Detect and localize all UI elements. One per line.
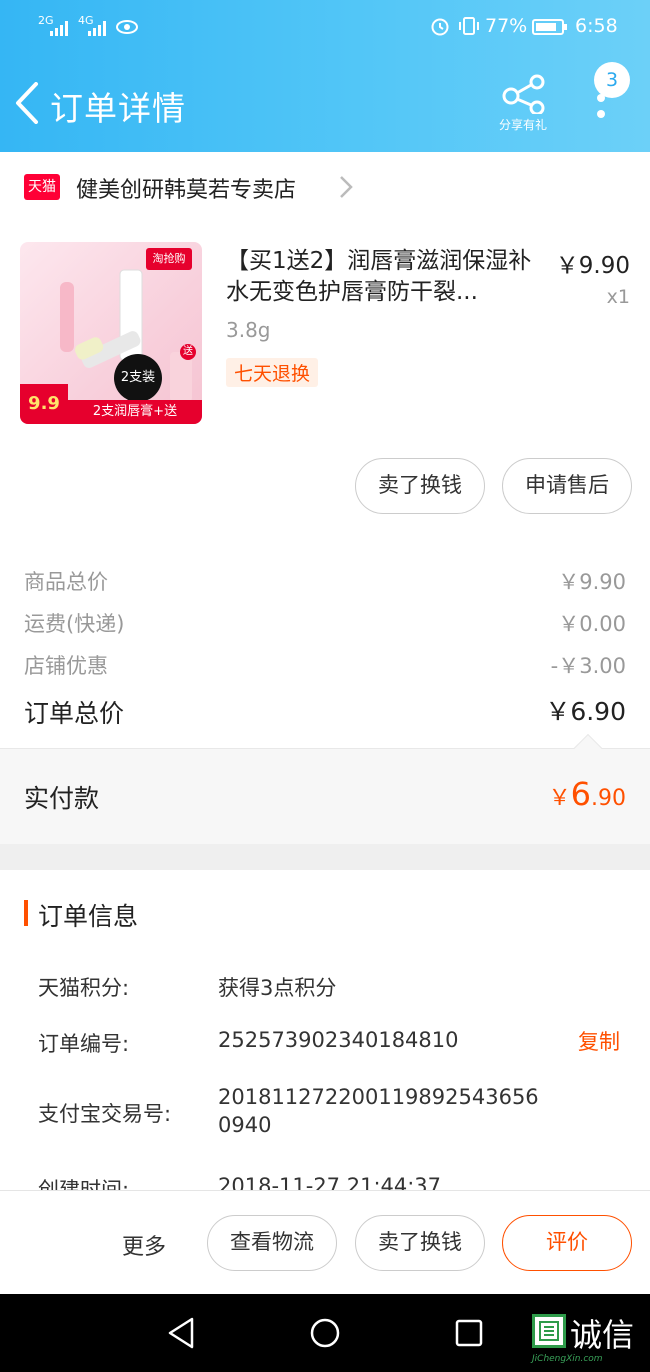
watermark-url: JiChengXin.com (532, 1354, 603, 1364)
more-button[interactable]: 更多 (122, 1229, 166, 1261)
product-price: ￥9.90 (555, 253, 630, 279)
clock: 6:58 (575, 15, 618, 37)
summary-label-discount: 店铺优惠 (24, 654, 108, 678)
product-title[interactable]: 【买1送2】润唇膏滋润保湿补水无变色护唇膏防干裂... (226, 246, 546, 308)
created-value: 2018-11-27 21:44:37 (218, 1174, 442, 1190)
system-nav-bar: 诚信 JiChengXin.com (0, 1294, 650, 1372)
watermark-logo-icon (532, 1314, 566, 1348)
alipay-value-line-2: 0940 (218, 1113, 272, 1137)
bottom-action-bar: 更多 查看物流 卖了换钱 评价 (0, 1190, 650, 1294)
order-number-value: 252573902340184810 (218, 1028, 459, 1052)
summary-value-discount: -￥3.00 (550, 654, 626, 678)
chevron-right-icon (338, 174, 354, 204)
product-spec: 3.8g (226, 318, 271, 342)
share-label: 分享有礼 (498, 118, 547, 132)
shop-name: 健美创研韩莫若专卖店 (76, 178, 297, 203)
alarm-icon (430, 16, 450, 40)
back-arrow-icon[interactable] (12, 82, 40, 128)
summary-value-goods: ￥9.90 (558, 570, 626, 594)
points-label: 天猫积分: (38, 976, 130, 1000)
section-accent-bar (24, 900, 28, 926)
signal-bars-icon-2 (88, 20, 110, 40)
sell-button[interactable]: 卖了换钱 (355, 458, 485, 514)
shop-row[interactable]: 天猫 健美创研韩莫若专卖店 (0, 152, 650, 222)
gift-badge: 送 (180, 344, 196, 360)
copy-button[interactable]: 复制 (578, 1026, 620, 1056)
nav-recents-icon[interactable] (454, 1318, 484, 1352)
paid-amount: ￥6.90 (420, 775, 626, 813)
after-sale-button[interactable]: 申请售后 (502, 458, 632, 514)
section-divider (0, 844, 650, 870)
share-icon (502, 74, 545, 114)
nav-home-icon[interactable] (309, 1317, 341, 1353)
created-label: 创建时间: (38, 1178, 130, 1190)
sell-button-bottom[interactable]: 卖了换钱 (355, 1215, 485, 1271)
share-button[interactable]: 分享有礼 (495, 72, 551, 136)
signal-bars-icon (50, 20, 72, 40)
message-count-badge[interactable]: 3 (594, 62, 630, 98)
paid-box-caret (573, 733, 603, 763)
alipay-value: 20181127220011989254365​6 0940 (218, 1083, 539, 1139)
promo-label: 淘抢购 (146, 248, 192, 270)
app-header: 2G 4G 77% 6:58 订单详情 分享有礼 3 (0, 0, 650, 152)
thumb-price: 9.9 (20, 384, 68, 424)
watermark-text: 诚信 (570, 1316, 635, 1354)
paid-int: 6 (570, 775, 591, 813)
page-title: 订单详情 (50, 89, 186, 128)
paid-box: 实付款 ￥6.90 (0, 733, 650, 844)
vibrate-icon (458, 16, 480, 40)
order-total-label: 订单总价 (24, 699, 125, 728)
order-info-title: 订单信息 (38, 902, 139, 931)
return-policy-tag: 七天退换 (226, 358, 319, 387)
more-menu-icon[interactable] (597, 94, 605, 118)
summary-label-shipping: 运费(快递) (24, 612, 125, 636)
review-button[interactable]: 评价 (502, 1215, 632, 1271)
paid-currency: ￥ (548, 786, 571, 811)
tmall-badge: 天猫 (24, 174, 60, 200)
alipay-value-line-1: 20181127220011989254365​6 (218, 1085, 539, 1109)
message-count: 3 (594, 62, 630, 98)
view-logistics-button[interactable]: 查看物流 (207, 1215, 337, 1271)
paid-label: 实付款 (24, 784, 100, 813)
eye-icon (116, 18, 138, 40)
product-quantity: x1 (606, 286, 630, 308)
count-badge: 2支装 (114, 354, 162, 402)
created-row-clipped: 创建时间: 2018-11-27 21:44:37 (0, 1160, 650, 1190)
paid-dec: .90 (591, 786, 626, 811)
points-value: 获得3点积分 (218, 976, 337, 1000)
thumb-caption: 2支润唇膏+送 (68, 400, 202, 424)
watermark: 诚信 JiChengXin.com (532, 1314, 648, 1366)
battery-percent: 77% (485, 15, 528, 37)
battery-icon (532, 18, 568, 40)
nav-back-icon[interactable] (166, 1316, 196, 1354)
alipay-label: 支付宝交易号: (38, 1102, 172, 1126)
summary-value-shipping: ￥0.00 (558, 612, 626, 636)
order-number-label: 订单编号: (38, 1032, 130, 1056)
summary-label-goods: 商品总价 (24, 570, 108, 594)
product-thumbnail[interactable]: 淘抢购 2支装 送 9.9 2支润唇膏+送 (20, 242, 202, 424)
order-total-value: ￥6.90 (545, 697, 626, 726)
